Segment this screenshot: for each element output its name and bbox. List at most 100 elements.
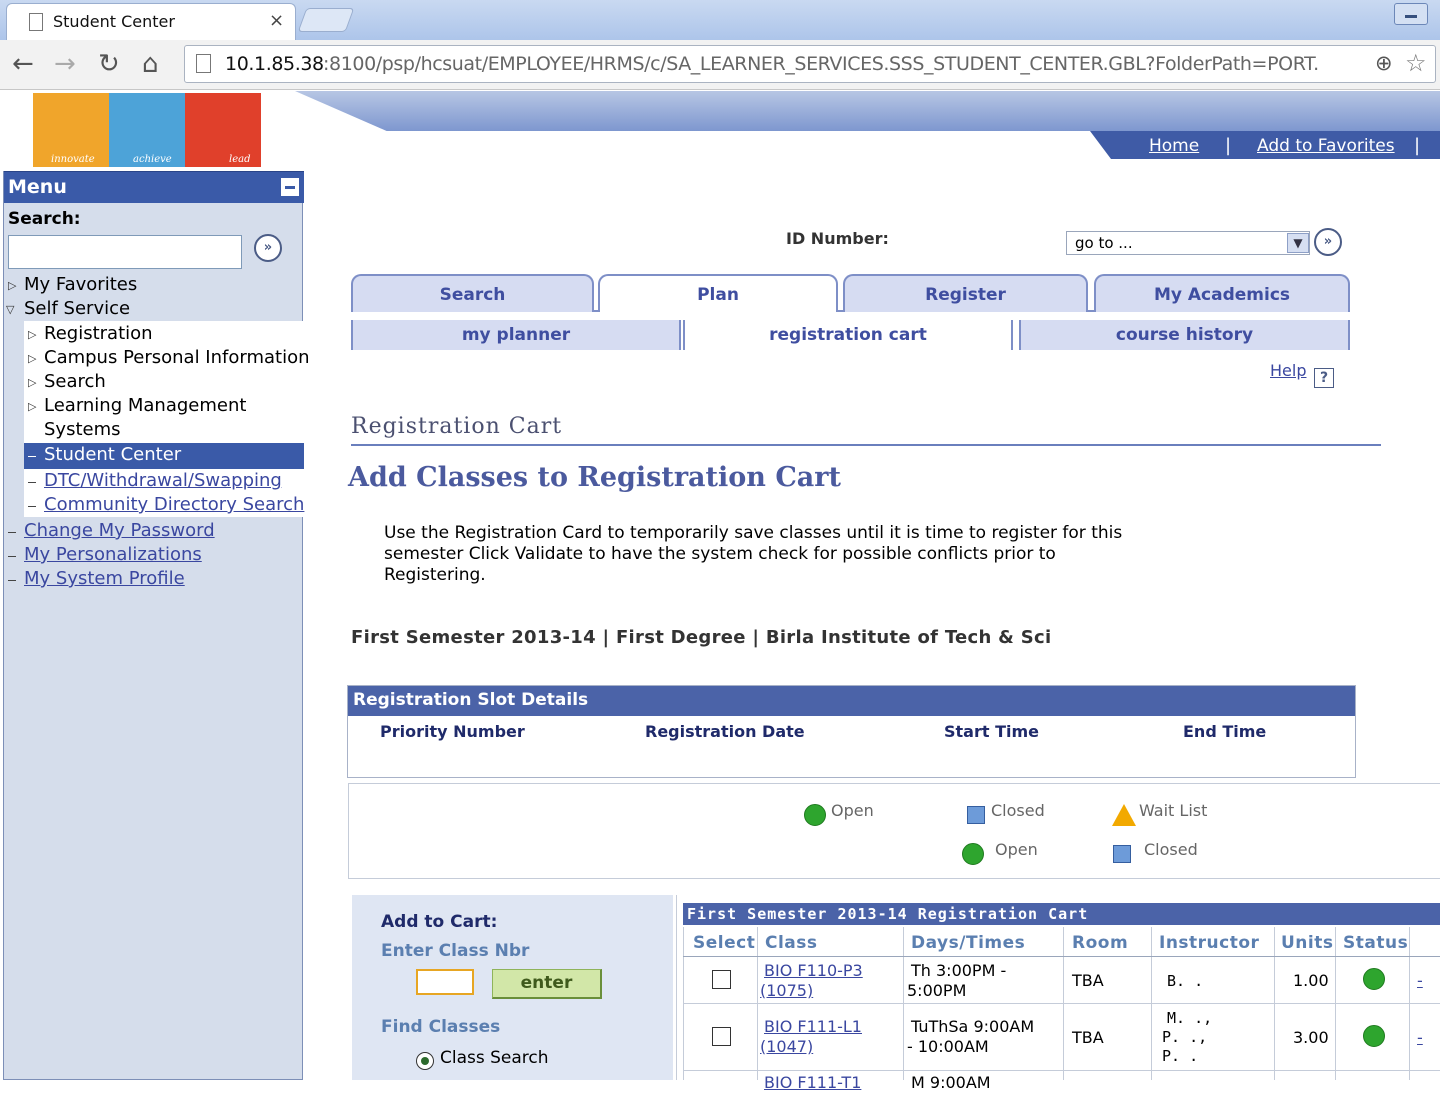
logo-word: innovate [51,154,95,165]
expand-icon[interactable]: ▷ [28,376,36,389]
subtab-course-history[interactable]: course history [1019,320,1350,350]
cart-header: First Semester 2013-14 Registration Cart [683,903,1440,925]
priority-number-header: Priority Number [380,722,525,741]
row-select-checkbox[interactable] [712,970,731,989]
status-legend: Open Closed Wait List Open Closed [348,783,1440,879]
chevron-down-icon[interactable]: ▼ [1287,233,1309,253]
menu-item-learning-management[interactable]: Learning Management [44,395,246,416]
menu-search-label: Search: [8,209,81,229]
term-career-institution: First Semester 2013-14 | First Degree | … [351,627,1052,648]
start-time-header: Start Time [944,722,1039,741]
back-arrow-icon[interactable]: ← [12,50,34,78]
tab-register[interactable]: Register [843,274,1088,312]
delete-row-link[interactable]: - [1417,1028,1423,1048]
instructor: M. ., [1167,1009,1213,1027]
address-host: 10.1.85.38 [225,53,324,75]
expand-icon[interactable]: ▷ [28,328,36,341]
tab-title: Student Center [53,12,175,31]
legend-closed-label: Closed [991,801,1045,820]
goto-selected-value: go to ... [1075,234,1133,252]
help-link[interactable]: Help [1270,361,1306,380]
menu-search-input[interactable] [8,235,242,269]
days-times: TuThSa 9:00AM [911,1017,1035,1036]
minimize-window-button[interactable] [1394,3,1428,25]
slot-header: Registration Slot Details [348,686,1355,716]
open-status-icon [804,804,826,826]
menu-header: Menu [4,171,304,203]
menu-item-registration[interactable]: Registration [44,323,153,344]
menu-item-learning-management-cont[interactable]: Systems [44,419,121,440]
menu-item-my-favorites[interactable]: My Favorites [24,274,137,295]
menu-item-search[interactable]: Search [44,371,106,392]
class-link[interactable]: BIO F111-L1 [764,1017,862,1037]
menu-item-community-directory-search[interactable]: Community Directory Search [44,494,304,515]
menu-item-campus-personal-information[interactable]: Campus Personal Information [44,347,310,368]
class-search-radio[interactable] [416,1052,434,1070]
new-tab-button[interactable] [297,8,355,32]
row-select-checkbox[interactable] [712,1027,731,1046]
browser-tabstrip: Student Center × [0,0,1440,40]
find-classes-label: Find Classes [381,1017,501,1037]
add-to-favorites-link[interactable]: Add to Favorites [1257,136,1395,156]
status-column-header: Status [1343,933,1409,953]
menu-item-personalizations[interactable]: My Personalizations [24,544,202,565]
class-nbr-link[interactable]: (1075) [760,981,813,1001]
class-nbr-link[interactable]: (1047) [760,1037,813,1057]
class-nbr-input[interactable] [416,969,474,995]
home-link[interactable]: Home [1149,136,1199,156]
legend-wait-list-label: Wait List [1139,801,1208,820]
subtab-my-planner[interactable]: my planner [351,320,681,350]
goto-go-icon[interactable]: » [1314,228,1342,256]
legend-open-label: Open [995,840,1038,859]
collapse-icon[interactable]: ▽ [6,303,14,316]
units: 1.00 [1293,971,1329,990]
expand-icon[interactable]: ▷ [28,352,36,365]
zoom-icon[interactable]: ⊕ [1375,51,1393,75]
delete-row-link[interactable]: - [1417,971,1423,991]
menu-item-change-password[interactable]: Change My Password [24,520,215,541]
collapse-menu-icon[interactable] [281,178,299,196]
class-link[interactable]: BIO F110-P3 [764,961,863,981]
instructor-column-header: Instructor [1159,933,1260,953]
banner-swoosh [295,91,1440,131]
home-icon[interactable]: ⌂ [142,50,159,78]
site-banner: innovate achieve lead Home | Add to Favo… [0,91,1440,171]
end-time-header: End Time [1183,722,1267,741]
open-status-icon [1363,968,1385,990]
registration-cart-table: First Semester 2013-14 Registration Cart… [676,895,1440,1092]
room-column-header: Room [1072,933,1129,953]
registration-slot-details: Registration Slot Details Priority Numbe… [347,685,1356,778]
add-to-cart-panel: Add to Cart: Enter Class Nbr enter Find … [352,895,673,1080]
open-status-icon [962,843,984,865]
subtab-registration-cart[interactable]: registration cart [683,320,1013,350]
goto-dropdown[interactable]: go to ... ▼ [1066,231,1310,255]
menu-search-go-icon[interactable]: » [254,234,282,262]
enter-button[interactable]: enter [492,969,602,999]
page-icon [196,54,211,73]
close-tab-icon[interactable]: × [269,10,284,31]
tab-my-academics[interactable]: My Academics [1094,274,1350,312]
address-bar[interactable]: 10.1.85.38 :8100/psp/hcsuat/EMPLOYEE/HRM… [184,45,1436,83]
days-times-column-header: Days/Times [911,933,1026,953]
expand-icon[interactable]: ▷ [8,279,16,292]
instructor: B. . [1167,972,1204,990]
units-column-header: Units [1281,933,1334,953]
expand-icon[interactable]: ▷ [28,400,36,413]
menu-item-system-profile[interactable]: My System Profile [24,568,185,589]
tab-search[interactable]: Search [351,274,594,312]
forward-arrow-icon[interactable]: → [54,50,76,78]
menu-item-student-center[interactable]: Student Center [44,444,181,465]
legend-closed-label: Closed [1144,840,1198,859]
page-title: Registration Cart [351,414,563,439]
help-question-icon[interactable]: ? [1314,368,1334,388]
bookmark-star-icon[interactable]: ☆ [1405,49,1427,77]
tab-plan[interactable]: Plan [598,274,838,312]
open-status-icon [1363,1025,1385,1047]
class-link[interactable]: BIO F111-T1 [764,1073,861,1093]
browser-tab[interactable]: Student Center × [6,3,296,40]
browser-toolbar: ← → ↻ ⌂ 10.1.85.38 :8100/psp/hcsuat/EMPL… [0,40,1440,90]
reload-icon[interactable]: ↻ [98,50,120,78]
menu-item-self-service[interactable]: Self Service [24,298,130,319]
page-subtitle: Add Classes to Registration Cart [348,462,842,493]
menu-item-dtc-withdrawal-swapping[interactable]: DTC/Withdrawal/Swapping [44,470,282,491]
